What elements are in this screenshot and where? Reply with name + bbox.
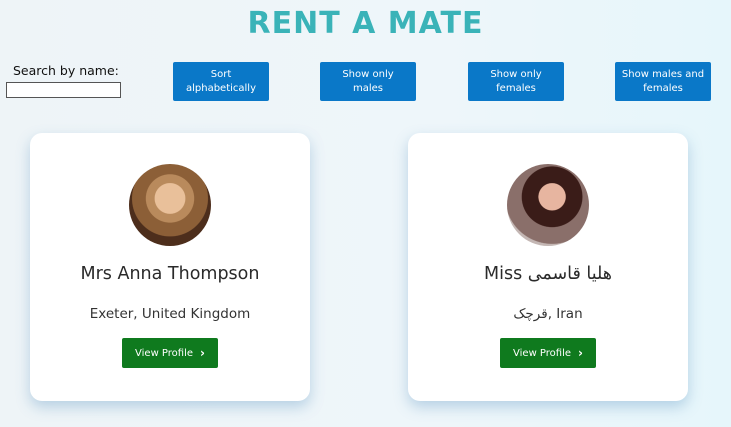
- profile-card: Miss هلیا قاسمی قرچک, Iran View Profile …: [408, 133, 688, 401]
- profile-card: Mrs Anna Thompson Exeter, United Kingdom…: [30, 133, 310, 401]
- chevron-right-icon: ›: [578, 346, 583, 360]
- view-profile-button[interactable]: View Profile ›: [500, 338, 596, 368]
- view-profile-label: View Profile: [513, 347, 572, 359]
- avatar: [129, 164, 211, 246]
- profile-location: قرچک, Iran: [513, 306, 583, 322]
- page-title: RENT A MATE: [247, 6, 484, 41]
- chevron-right-icon: ›: [200, 346, 205, 360]
- show-only-males-button[interactable]: Show only males: [320, 62, 416, 101]
- search-label: Search by name:: [13, 63, 119, 78]
- avatar: [507, 164, 589, 246]
- profile-location: Exeter, United Kingdom: [89, 306, 251, 322]
- search-input[interactable]: [6, 82, 121, 98]
- view-profile-label: View Profile: [135, 347, 194, 359]
- sort-alphabetically-button[interactable]: Sort alphabetically: [173, 62, 269, 101]
- show-only-females-button[interactable]: Show only females: [468, 62, 564, 101]
- show-males-and-females-button[interactable]: Show males and females: [615, 62, 711, 101]
- view-profile-button[interactable]: View Profile ›: [122, 338, 218, 368]
- profile-name: Mrs Anna Thompson: [80, 264, 260, 284]
- profile-name: Miss هلیا قاسمی: [483, 264, 613, 284]
